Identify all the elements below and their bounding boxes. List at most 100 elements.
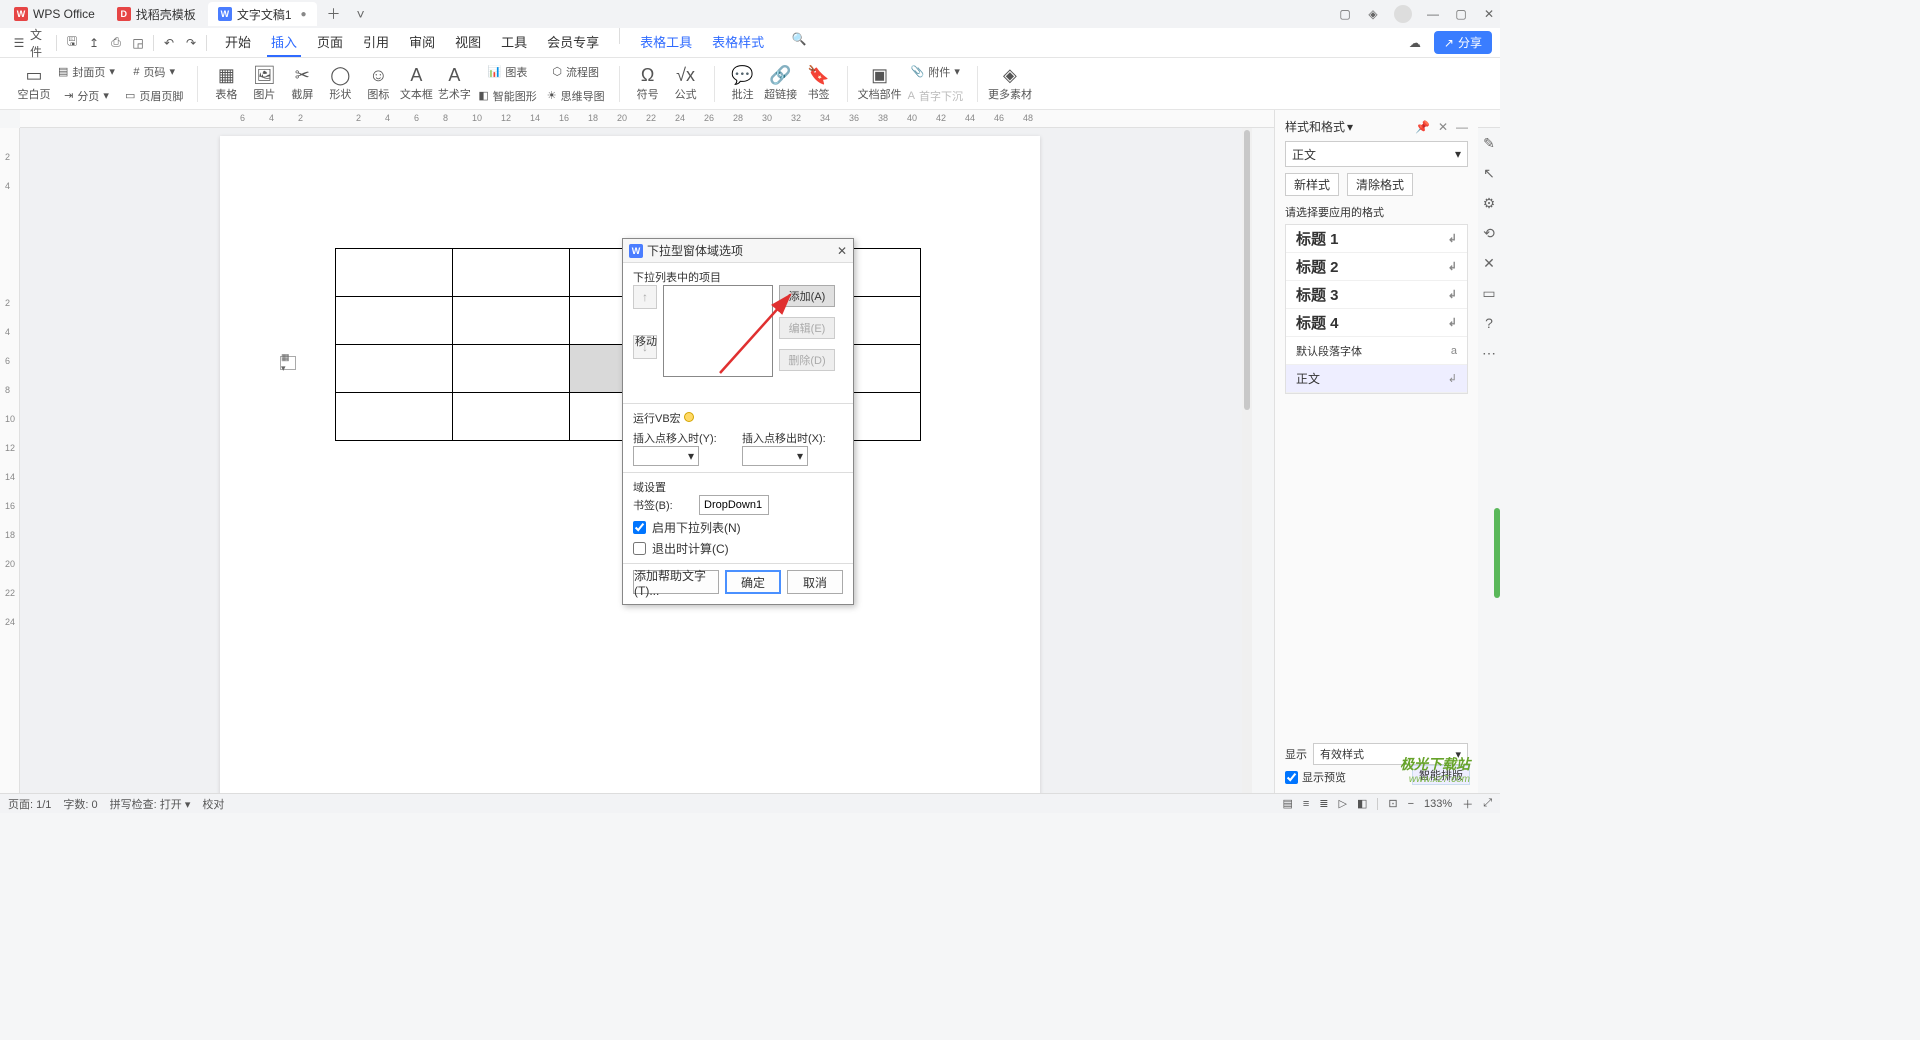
redo-icon[interactable]: ↷ xyxy=(180,32,202,54)
close-button[interactable]: ✕ xyxy=(1482,7,1496,21)
mindmap[interactable]: ☀思维导图 xyxy=(543,85,609,107)
bookmark-input[interactable] xyxy=(699,495,769,515)
menu-review[interactable]: 审阅 xyxy=(405,28,439,57)
cloud-icon[interactable]: ☁ xyxy=(1404,32,1426,54)
style-body[interactable]: 正文↲ xyxy=(1286,365,1467,393)
pin-icon[interactable]: 📌 xyxy=(1415,120,1430,134)
doc-parts[interactable]: ▣文档部件 xyxy=(858,66,902,102)
tab-templates[interactable]: D找稻壳模板 xyxy=(107,2,206,26)
view-print-icon[interactable]: ▤ xyxy=(1282,797,1292,810)
help-icon[interactable]: ? xyxy=(1480,314,1498,332)
shape[interactable]: ◯形状 xyxy=(322,66,358,102)
icon[interactable]: ☺图标 xyxy=(360,66,396,102)
book-icon[interactable]: ▭ xyxy=(1480,284,1498,302)
save-icon[interactable]: 🖫 xyxy=(61,32,83,54)
onexit-combo[interactable]: ▾ xyxy=(742,446,808,466)
smart-graphic[interactable]: ◧智能图形 xyxy=(474,85,540,107)
menu-start[interactable]: 开始 xyxy=(221,28,255,57)
view-read-icon[interactable]: ▷ xyxy=(1339,797,1347,810)
panel-min-icon[interactable]: — xyxy=(1456,120,1468,134)
chart[interactable]: 📊图表 xyxy=(474,61,540,83)
print-icon[interactable]: ⎙ xyxy=(105,32,127,54)
blank-page[interactable]: ▭空白页 xyxy=(16,66,52,102)
hamburger-icon[interactable]: ☰ xyxy=(8,32,30,54)
view-outline-icon[interactable]: ≡ xyxy=(1303,798,1309,810)
page-number[interactable]: #页码▾ xyxy=(121,61,187,83)
menu-member[interactable]: 会员专享 xyxy=(543,28,603,57)
header-footer[interactable]: ▭页眉页脚 xyxy=(121,85,187,107)
menu-reference[interactable]: 引用 xyxy=(359,28,393,57)
panel-close-icon[interactable]: ✕ xyxy=(1438,120,1448,134)
table[interactable]: ▦表格 xyxy=(208,66,244,102)
style-h4[interactable]: 标题 4↲ xyxy=(1286,309,1467,337)
cancel-button[interactable]: 取消 xyxy=(787,570,843,594)
comment[interactable]: 💬批注 xyxy=(725,66,761,102)
cube-icon[interactable]: ◈ xyxy=(1366,7,1380,21)
bookmark[interactable]: 🔖书签 xyxy=(801,66,837,102)
more-icon[interactable]: ⋯ xyxy=(1480,344,1498,362)
cursor-icon[interactable]: ↖ xyxy=(1480,164,1498,182)
maximize-button[interactable]: ▢ xyxy=(1454,7,1468,21)
vertical-scrollbar[interactable] xyxy=(1242,128,1252,793)
spell-status[interactable]: 拼写检查: 打开 ▾ xyxy=(110,796,191,812)
move-up-button[interactable]: ↑ xyxy=(633,285,657,309)
page-break[interactable]: ⇥分页▾ xyxy=(54,85,119,107)
tab-add-button[interactable]: ＋ xyxy=(319,4,349,24)
avatar-icon[interactable] xyxy=(1394,5,1412,23)
undo-icon[interactable]: ↶ xyxy=(158,32,180,54)
settings-icon[interactable]: ⚙ xyxy=(1480,194,1498,212)
minimize-button[interactable]: — xyxy=(1426,7,1440,21)
menu-tools[interactable]: 工具 xyxy=(497,28,531,57)
zoom-in-button[interactable]: ＋ xyxy=(1462,796,1473,812)
export-icon[interactable]: ↥ xyxy=(83,32,105,54)
menu-insert[interactable]: 插入 xyxy=(267,28,301,57)
tab-dropdown[interactable]: ˅ xyxy=(349,6,373,22)
onenter-combo[interactable]: ▾ xyxy=(633,446,699,466)
style-h3[interactable]: 标题 3↲ xyxy=(1286,281,1467,309)
menu-page[interactable]: 页面 xyxy=(313,28,347,57)
attachment[interactable]: 📎附件▾ xyxy=(904,61,967,83)
dialog-close-icon[interactable]: ✕ xyxy=(837,244,847,258)
tools-icon[interactable]: ✕ xyxy=(1480,254,1498,272)
zoom-level[interactable]: 133% xyxy=(1424,798,1452,810)
wordart[interactable]: A艺术字 xyxy=(436,66,472,102)
menu-table-style[interactable]: 表格样式 xyxy=(708,28,768,57)
tab-document[interactable]: W文字文稿1● xyxy=(208,2,317,26)
new-style-button[interactable]: 新样式 xyxy=(1285,173,1339,196)
textbox[interactable]: A文本框 xyxy=(398,66,434,102)
search-icon[interactable]: 🔍 xyxy=(788,28,810,50)
expand-icon[interactable]: ⤢ xyxy=(1483,797,1492,810)
calcexit-checkbox[interactable]: 退出时计算(C) xyxy=(633,540,843,557)
style-default-font[interactable]: 默认段落字体a xyxy=(1286,337,1467,365)
view-focus-icon[interactable]: ◧ xyxy=(1357,797,1367,810)
symbol[interactable]: Ω符号 xyxy=(630,66,666,102)
screenshot[interactable]: ✂截屏 xyxy=(284,66,320,102)
more-resources[interactable]: ◈更多素材 xyxy=(988,66,1032,102)
clear-format-button[interactable]: 清除格式 xyxy=(1347,173,1413,196)
proof-status[interactable]: 校对 xyxy=(202,796,224,812)
items-listbox[interactable] xyxy=(663,285,773,377)
table-handle-icon[interactable]: ▦ ▾ xyxy=(280,356,296,370)
view-web-icon[interactable]: ≣ xyxy=(1319,797,1328,810)
tab-wps[interactable]: WWPS Office xyxy=(4,2,105,26)
zoom-out-button[interactable]: − xyxy=(1408,798,1414,810)
menu-table-tools[interactable]: 表格工具 xyxy=(636,28,696,57)
share-button[interactable]: ↗分享 xyxy=(1434,31,1492,54)
reader-icon[interactable]: ▢ xyxy=(1338,7,1352,21)
zoom-fit-icon[interactable]: ⊡ xyxy=(1388,797,1397,810)
sync-icon[interactable]: ⟲ xyxy=(1480,224,1498,242)
style-h1[interactable]: 标题 1↲ xyxy=(1286,225,1467,253)
menu-view[interactable]: 视图 xyxy=(451,28,485,57)
enable-checkbox[interactable]: 启用下拉列表(N) xyxy=(633,519,843,536)
pencil-icon[interactable]: ✎ xyxy=(1480,134,1498,152)
hyperlink[interactable]: 🔗超链接 xyxy=(763,66,799,102)
style-h2[interactable]: 标题 2↲ xyxy=(1286,253,1467,281)
help-text-button[interactable]: 添加帮助文字(T)... xyxy=(633,570,719,594)
picture[interactable]: 🖼图片 xyxy=(246,66,282,102)
current-style-select[interactable]: 正文▾ xyxy=(1285,141,1468,167)
preview-icon[interactable]: ◲ xyxy=(127,32,149,54)
tab-close-icon[interactable]: ● xyxy=(301,9,307,20)
equation[interactable]: √x公式 xyxy=(668,66,704,102)
flowchart[interactable]: ⬡流程图 xyxy=(543,61,609,83)
add-button[interactable]: 添加(A) xyxy=(779,285,835,307)
